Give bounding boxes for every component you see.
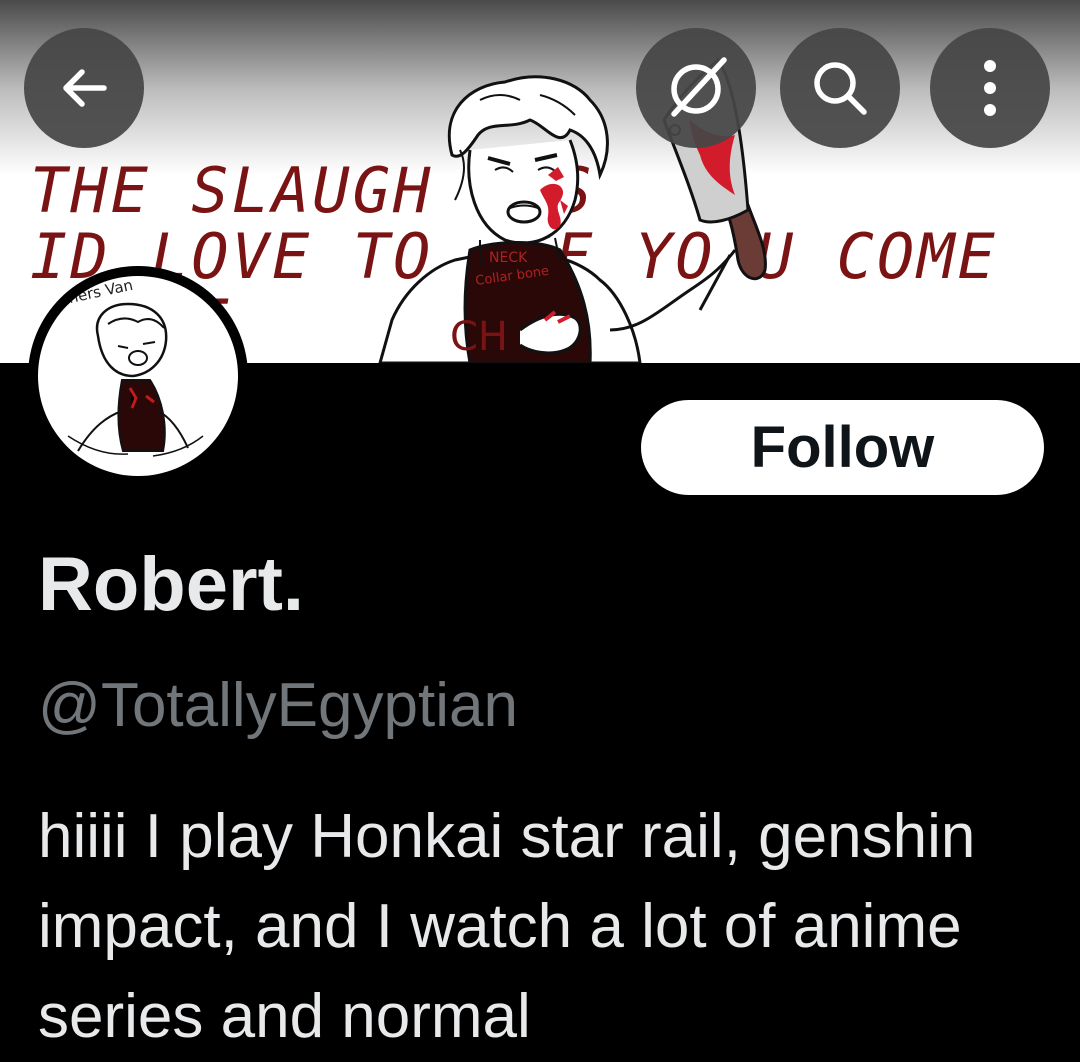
profile-bio: hiiii I play Honkai star rail, genshin i… xyxy=(38,802,976,1051)
banner-art-label: NECK xyxy=(489,250,528,266)
search-icon xyxy=(814,62,867,115)
follow-button[interactable]: Follow xyxy=(641,400,1044,495)
avatar-illustration: rchers Van xyxy=(53,276,204,457)
back-button[interactable] xyxy=(24,28,144,148)
username-handle: @TotallyEgyptian xyxy=(38,671,518,740)
avatar-image: rchers Van xyxy=(38,276,238,476)
display-name: Robert. xyxy=(38,542,304,627)
more-button[interactable] xyxy=(930,28,1050,148)
search-button[interactable] xyxy=(780,28,900,148)
avatar[interactable]: rchers Van xyxy=(28,266,248,486)
slashed-circle-icon xyxy=(671,57,727,117)
grok-button[interactable] xyxy=(636,28,756,148)
arrow-left-icon xyxy=(63,69,107,107)
more-vertical-icon xyxy=(984,60,996,116)
banner-art-label: CH xyxy=(450,314,508,360)
